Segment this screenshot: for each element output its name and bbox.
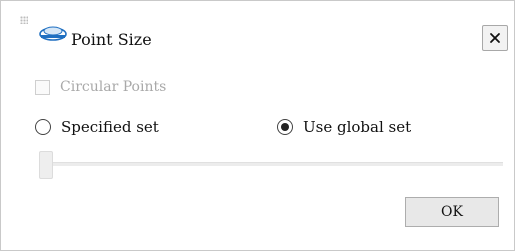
close-icon xyxy=(490,33,500,43)
specified-set-option[interactable]: Specified set xyxy=(35,118,159,136)
drag-grip-icon[interactable] xyxy=(20,16,28,24)
use-global-set-option[interactable]: Use global set xyxy=(277,118,411,136)
dialog-title: Point Size xyxy=(71,30,152,49)
ok-button[interactable]: OK xyxy=(405,197,499,227)
use-global-set-radio[interactable] xyxy=(277,119,293,135)
point-size-slider-handle[interactable] xyxy=(39,151,53,179)
specified-set-radio[interactable] xyxy=(35,119,51,135)
app-logo-icon xyxy=(39,26,67,41)
point-size-slider-track[interactable] xyxy=(39,162,503,166)
circular-points-label: Circular Points xyxy=(60,79,167,95)
close-button[interactable] xyxy=(482,25,508,51)
circular-points-checkbox[interactable] xyxy=(35,79,50,95)
use-global-set-label: Use global set xyxy=(303,118,412,136)
point-size-dialog: Point Size Circular Points Specified set… xyxy=(0,0,515,251)
radio-selected-dot xyxy=(281,123,289,131)
circular-points-option[interactable]: Circular Points xyxy=(35,78,166,96)
specified-set-label: Specified set xyxy=(61,118,159,136)
